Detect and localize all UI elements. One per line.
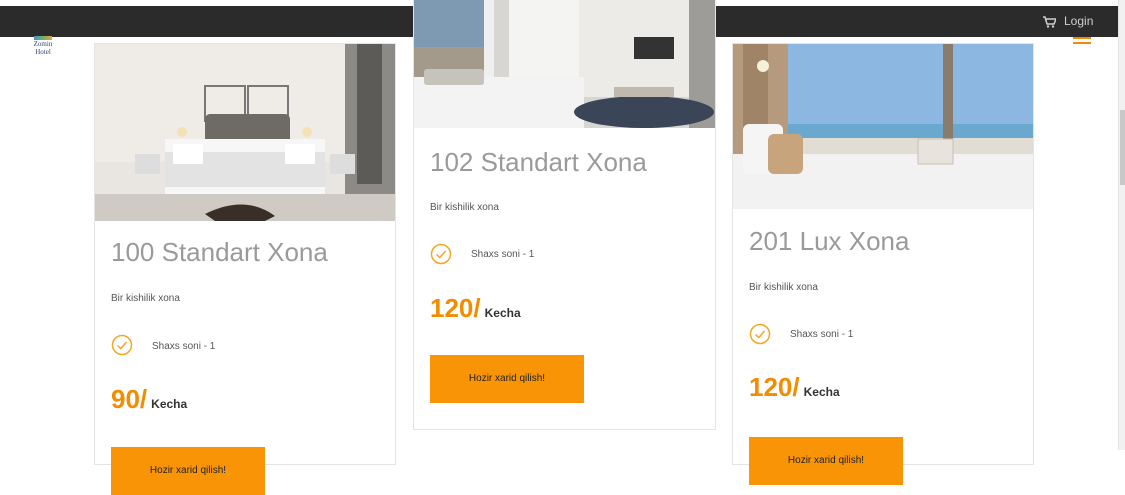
room-photo xyxy=(95,44,395,221)
page-scrollbar[interactable] xyxy=(1118,0,1125,450)
room-title: 201 Lux Xona xyxy=(749,226,910,256)
room-feature: Shaxs soni - 1 xyxy=(790,329,854,340)
check-circle-icon xyxy=(430,243,452,265)
room-price: 120/Kecha xyxy=(430,293,521,324)
price-period: Kecha xyxy=(151,397,188,411)
room-price: 120/Kecha xyxy=(749,372,840,403)
price-period: Kecha xyxy=(803,385,840,399)
buy-now-button[interactable]: Hozir xarid qilish! xyxy=(749,437,903,485)
check-circle-icon xyxy=(111,334,133,356)
room-photo xyxy=(414,0,715,128)
room-price: 90/Kecha xyxy=(111,384,187,415)
room-title: 102 Standart Xona xyxy=(430,147,647,177)
room-description: Bir kishilik xona xyxy=(430,202,499,213)
hamburger-menu-icon[interactable] xyxy=(1073,37,1091,45)
check-circle-icon xyxy=(749,323,771,345)
buy-now-button[interactable]: Hozir xarid qilish! xyxy=(111,447,265,495)
room-description: Bir kishilik xona xyxy=(749,282,818,293)
logo-text-line2: Hotel xyxy=(35,48,51,56)
room-feature: Shaxs soni - 1 xyxy=(152,341,216,352)
room-title: 100 Standart Xona xyxy=(111,237,328,267)
price-amount: 120/ xyxy=(430,293,481,323)
room-card: 100 Standart Xona Bir kishilik xona Shax… xyxy=(94,43,396,495)
room-description: Bir kishilik xona xyxy=(111,293,180,304)
room-photo xyxy=(733,44,1033,209)
hotel-logo[interactable]: Zomin Hotel xyxy=(32,36,54,56)
logo-text-line1: Zomin xyxy=(33,40,53,48)
room-feature: Shaxs soni - 1 xyxy=(471,249,535,260)
room-card: 102 Standart Xona Bir kishilik xona Shax… xyxy=(413,0,716,430)
price-period: Kecha xyxy=(484,306,521,320)
room-card: 201 Lux Xona Bir kishilik xona Shaxs son… xyxy=(732,43,1034,485)
buy-now-button[interactable]: Hozir xarid qilish! xyxy=(430,355,584,403)
price-amount: 120/ xyxy=(749,372,800,402)
price-amount: 90/ xyxy=(111,384,148,414)
login-link[interactable]: Login xyxy=(1064,14,1093,28)
cart-icon[interactable] xyxy=(1043,16,1056,28)
scrollbar-thumb[interactable] xyxy=(1120,110,1125,185)
